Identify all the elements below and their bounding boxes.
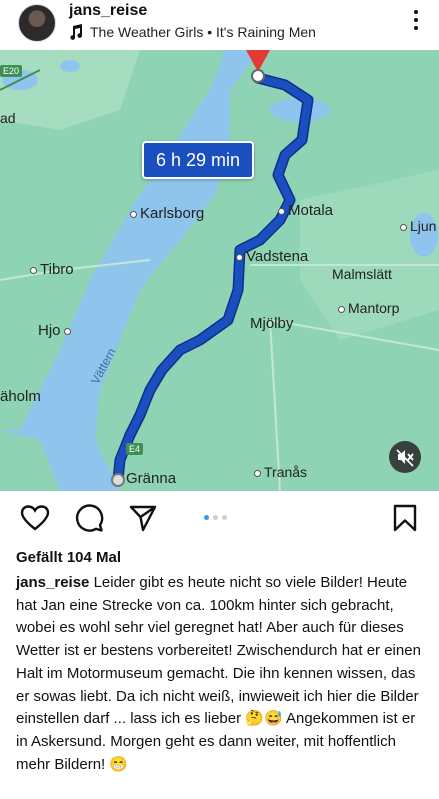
place-malmslatt: Malmslätt [332,266,392,282]
place-mantorp: Mantorp [338,300,399,316]
road-e20-badge: E20 [0,65,23,77]
route-duration-label: 6 h 29 min [142,141,255,179]
place-karlsborg: Karlsborg [130,205,204,222]
caption-text: Leider gibt es heute nicht so viele Bild… [16,574,421,773]
comment-icon[interactable] [74,503,104,533]
place-motala: Motala [278,202,333,219]
carousel-indicator [204,515,227,520]
action-bar [0,491,439,549]
place-vadstena: Vadstena [236,248,308,265]
post-header: jans_reise The Weather Girls • It's Rain… [0,0,439,50]
post-caption: jans_reise Leider gibt es heute nicht so… [16,572,428,776]
origin-marker [111,473,125,487]
send-icon[interactable] [128,503,158,533]
music-attribution[interactable]: The Weather Girls • It's Raining Men [69,24,316,40]
place-haholm: äholm [0,388,41,405]
place-hjo: Hjo [38,322,74,339]
caption-username[interactable]: jans_reise [16,574,89,591]
place-tibro: Tibro [30,261,74,278]
avatar[interactable] [18,4,56,42]
place-tranas: Tranås [254,464,307,480]
carousel-dot [213,515,218,520]
username[interactable]: jans_reise [69,2,147,20]
bookmark-icon[interactable] [390,503,420,533]
heart-icon[interactable] [20,503,50,533]
music-note-icon [70,24,83,40]
more-vertical-icon [414,10,418,14]
carousel-dot [222,515,227,520]
mute-button[interactable] [389,441,421,473]
road-e4-badge: E4 [126,443,144,455]
music-label: The Weather Girls • It's Raining Men [90,24,316,40]
place-ljun: Ljun [400,218,436,234]
place-granna: Gränna [126,470,177,487]
place-mjolby: Mjölby [250,315,294,332]
post-image-map[interactable]: E20 E4 6 h 29 min ad Karlsborg Motala Va… [0,50,439,491]
carousel-dot-active [204,515,209,520]
speaker-muted-icon [396,449,414,467]
place-ad: ad [0,110,16,126]
more-options-button[interactable] [413,10,419,32]
likes-count[interactable]: Gefällt 104 Mal [16,549,121,566]
